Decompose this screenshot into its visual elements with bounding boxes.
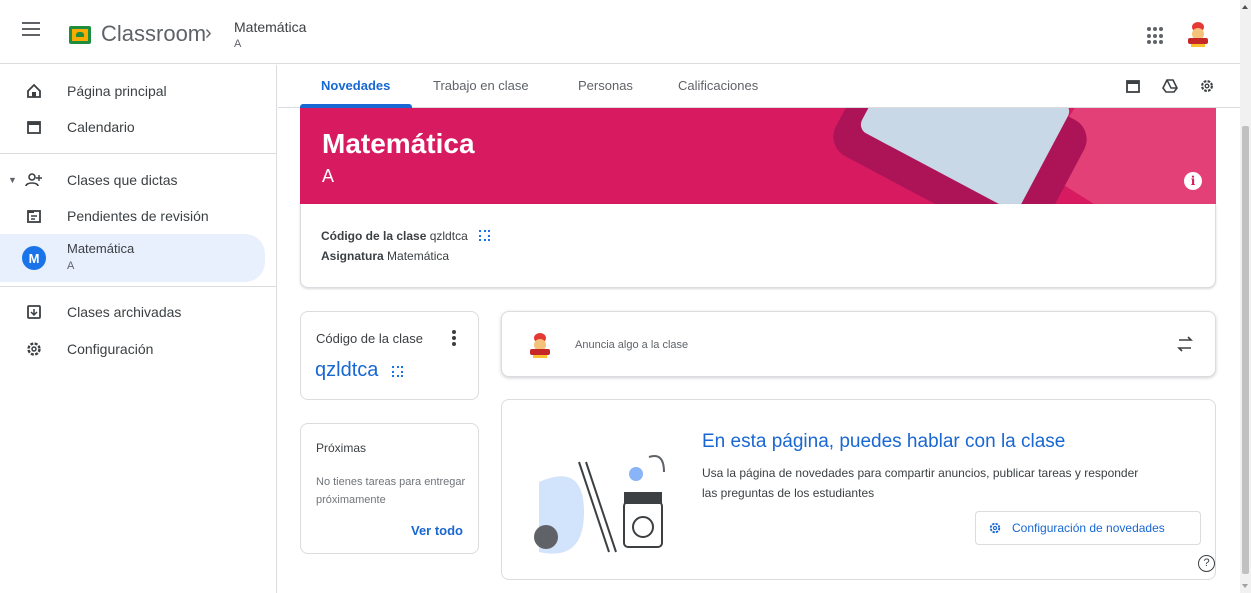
tab-classwork[interactable]: Trabajo en clase — [433, 78, 529, 93]
class-code-value: qzldtca — [429, 229, 468, 243]
tab-stream[interactable]: Novedades — [321, 78, 390, 93]
user-avatar — [530, 333, 550, 358]
drive-icon[interactable] — [1162, 78, 1178, 94]
google-apps-icon[interactable] — [1147, 27, 1165, 45]
sidebar-item-sublabel: A — [67, 260, 75, 272]
class-code-line: Código de la clase qzldtca — [321, 229, 491, 243]
sidebar-item-archived[interactable]: Clases archivadas — [0, 292, 265, 332]
banner-title: Matemática — [322, 128, 475, 159]
reuse-post-icon[interactable] — [1176, 334, 1194, 354]
stream-empty-state: En esta página, puedes hablar con la cla… — [501, 399, 1216, 580]
home-icon — [24, 81, 44, 101]
class-tabs: Novedades Trabajo en clase Personas Cali… — [278, 65, 1240, 108]
people-icon — [24, 170, 44, 190]
settings-icon — [989, 522, 1001, 534]
more-options-icon[interactable] — [448, 330, 460, 346]
breadcrumb-chevron-icon: › — [205, 22, 212, 44]
sidebar-divider — [0, 153, 277, 154]
upcoming-title: Próximas — [316, 441, 367, 455]
page-scrollbar[interactable] — [1240, 0, 1251, 593]
announce-placeholder: Anuncia algo a la clase — [575, 339, 689, 351]
stream-settings-button[interactable]: Configuración de novedades — [975, 511, 1201, 545]
info-icon[interactable]: i — [1184, 172, 1202, 190]
settings-icon — [24, 339, 44, 359]
sidebar-item-label: Clases archivadas — [67, 304, 182, 320]
breadcrumb-class-title: Matemática — [234, 19, 307, 35]
breadcrumb-class-section: A — [234, 38, 242, 50]
sidebar-item-settings[interactable]: Configuración — [0, 329, 265, 369]
sidebar-item-label: Matemática — [67, 241, 135, 256]
upcoming-empty-text: No tienes tareas para entregar próximame… — [316, 476, 466, 506]
expand-caret-icon[interactable]: ▼ — [8, 175, 17, 185]
sidebar-nav: Página principal Calendario ▼ Clases que… — [0, 65, 277, 593]
classroom-logo[interactable] — [69, 26, 91, 44]
active-tab-indicator — [300, 104, 412, 108]
class-banner: Matemática A i — [300, 108, 1216, 204]
scrollbar-thumb[interactable] — [1242, 126, 1249, 574]
main-menu-icon[interactable] — [22, 22, 40, 40]
upcoming-card: Próximas No tienes tareas para entregar … — [300, 423, 479, 554]
empty-state-description: Usa la página de novedades para comparti… — [702, 466, 1139, 500]
stream-illustration — [534, 455, 665, 554]
empty-state-title: En esta página, puedes hablar con la cla… — [702, 431, 1066, 452]
archive-icon — [24, 302, 44, 322]
class-code-text: qzldtca — [315, 359, 379, 381]
stream-settings-label: Configuración de novedades — [1012, 521, 1165, 535]
sidebar-item-label: Clases que dictas — [67, 172, 178, 188]
sidebar-item-label: Página principal — [67, 83, 167, 99]
calendar-icon — [24, 117, 44, 137]
tab-people[interactable]: Personas — [578, 78, 633, 93]
subject-line: Asignatura Matemática — [321, 249, 449, 263]
fullscreen-icon[interactable] — [391, 366, 403, 377]
sidebar-item-teaching[interactable]: ▼ Clases que dictas — [0, 160, 265, 200]
class-code-card-title: Código de la clase — [316, 331, 423, 346]
class-code-card: Código de la clase qzldtca — [300, 311, 479, 400]
app-title[interactable]: Classroom — [101, 21, 206, 47]
scroll-down-arrow-icon[interactable] — [1242, 584, 1248, 588]
class-avatar: M — [22, 246, 46, 270]
settings-icon[interactable] — [1199, 78, 1215, 94]
sidebar-divider — [0, 286, 277, 287]
sidebar-item-label: Calendario — [67, 119, 135, 135]
subject-label: Asignatura — [321, 249, 384, 263]
sidebar-item-matematica[interactable]: M Matemática A — [0, 234, 265, 282]
announce-box[interactable]: Anuncia algo a la clase — [501, 311, 1216, 377]
banner-section: A — [322, 166, 335, 186]
tab-grades[interactable]: Calificaciones — [678, 78, 758, 93]
class-code-display: qzldtca — [315, 359, 403, 382]
top-app-bar: Classroom › Matemática A — [0, 0, 1240, 64]
view-all-link[interactable]: Ver todo — [411, 523, 463, 538]
scroll-up-arrow-icon[interactable] — [1242, 5, 1248, 9]
class-code-label: Código de la clase — [321, 229, 427, 243]
sidebar-item-label: Pendientes de revisión — [67, 208, 209, 224]
sidebar-item-home[interactable]: Página principal — [0, 71, 265, 111]
help-icon[interactable]: ? — [1198, 555, 1215, 572]
calendar-icon[interactable] — [1125, 78, 1141, 94]
class-details-panel: Código de la clase qzldtca Asignatura Ma… — [300, 204, 1216, 288]
sidebar-item-to-review[interactable]: Pendientes de revisión — [0, 196, 265, 236]
todo-icon — [24, 206, 44, 226]
sidebar-item-calendar[interactable]: Calendario — [0, 107, 265, 147]
sidebar-item-label: Configuración — [67, 341, 154, 357]
fullscreen-icon[interactable] — [479, 230, 491, 241]
subject-value: Matemática — [387, 249, 450, 263]
account-avatar[interactable] — [1182, 18, 1214, 50]
